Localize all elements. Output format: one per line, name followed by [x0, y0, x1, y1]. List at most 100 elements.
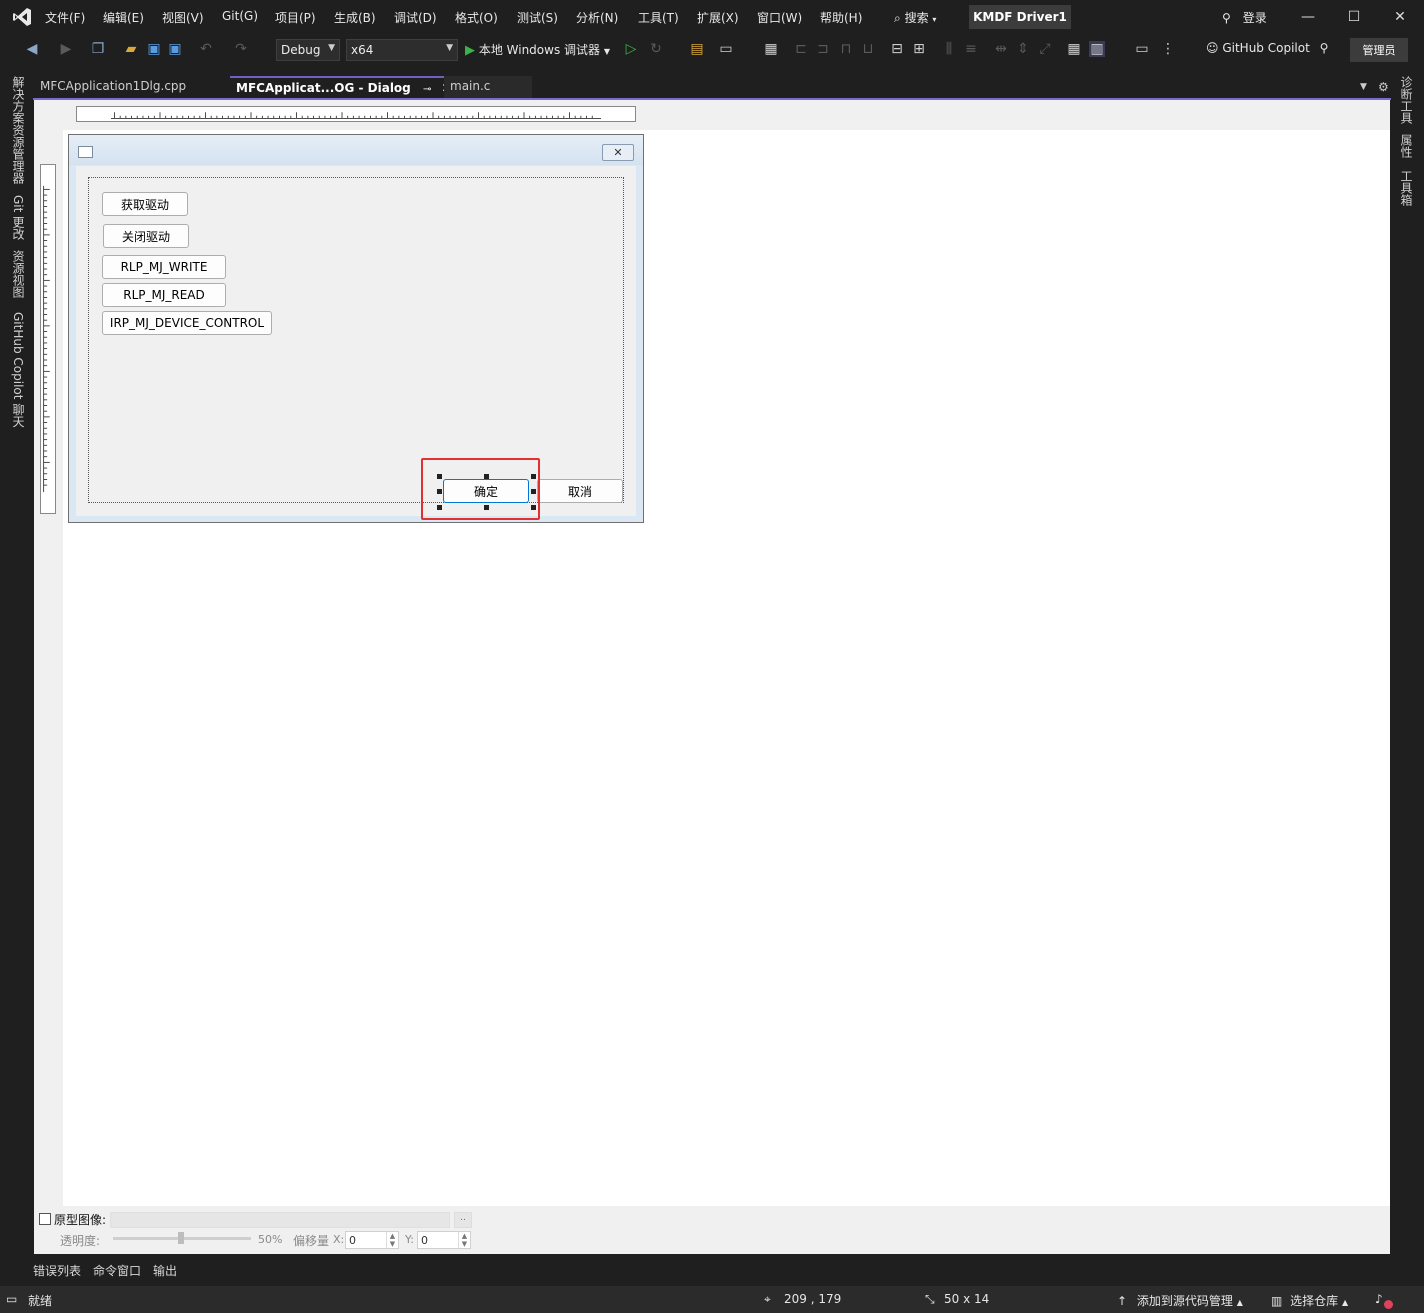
solution-explorer-tab[interactable]: 解决方案资源管理器 — [10, 76, 27, 184]
back-icon[interactable]: ◀ — [24, 41, 40, 57]
save-all-icon[interactable]: ▣ — [167, 41, 183, 57]
opacity-slider-thumb[interactable] — [178, 1232, 184, 1244]
menu-file[interactable]: 文件(F) — [45, 9, 85, 26]
redo-icon[interactable]: ↷ — [233, 41, 249, 57]
left-tool-rail — [0, 66, 33, 1286]
copilot-chat-tab[interactable]: GitHub Copilot 聊天 — [10, 312, 27, 427]
menu-edit[interactable]: 编辑(E) — [103, 9, 144, 26]
chevron-up-icon: ▲ — [1236, 1298, 1243, 1307]
start-debugging-button[interactable]: ▶ 本地 Windows 调试器 ▼ — [465, 41, 610, 58]
close-window-button[interactable]: ✕ — [1377, 6, 1423, 28]
menu-analyze[interactable]: 分析(N) — [576, 9, 618, 26]
tab-mfcapplication1dlg-cpp[interactable]: MFCApplication1Dlg.cpp — [34, 76, 230, 98]
menu-extensions[interactable]: 扩展(X) — [697, 9, 739, 26]
configuration-select[interactable]: Debug ▼ — [276, 39, 340, 61]
hot-reload-icon[interactable]: ↻ — [648, 41, 664, 57]
select-repository-button[interactable]: ▥ 选择仓库 ▲ — [1271, 1292, 1348, 1309]
pin-icon[interactable]: ⊸ — [423, 84, 431, 95]
login-button[interactable]: ⚲ 登录 — [1222, 9, 1267, 26]
forward-icon[interactable]: ▶ — [58, 41, 74, 57]
test-dialog-preview-icon[interactable]: ▭ — [1134, 41, 1150, 57]
add-to-source-control-button[interactable]: ↑ 添加到源代码管理 ▲ — [1117, 1292, 1243, 1309]
menu-window[interactable]: 窗口(W) — [757, 9, 802, 26]
test-dialog-icon[interactable]: ▦ — [763, 41, 779, 57]
browse-button[interactable]: .. — [454, 1212, 472, 1228]
menu-format[interactable]: 格式(O) — [455, 9, 498, 26]
bottom-tool-tabs — [0, 1254, 1424, 1286]
align-bottom-icon[interactable]: ⊔ — [860, 41, 876, 57]
irp-mj-device-control-button[interactable]: IRP_MJ_DEVICE_CONTROL — [102, 311, 272, 335]
tab-list-dropdown-icon[interactable]: ▼ — [1360, 82, 1367, 92]
diagnostic-tools-tab[interactable]: 诊断工具 — [1398, 76, 1415, 124]
error-list-tab[interactable]: 错误列表 — [33, 1262, 81, 1279]
chevron-down-icon: ▾ — [932, 15, 937, 24]
properties-tab[interactable]: 属性 — [1398, 134, 1415, 158]
find-in-files-icon[interactable]: ▤ — [689, 41, 705, 57]
irp-mj-write-button[interactable]: RLP_MJ_WRITE — [102, 255, 226, 279]
menu-git[interactable]: Git(G) — [222, 9, 258, 23]
status-ready: 就绪 — [28, 1294, 53, 1308]
tab-label: MFCApplication1Dlg.cpp — [40, 79, 187, 93]
toggle-grid-icon[interactable]: ▦ — [1066, 41, 1082, 57]
menu-project[interactable]: 项目(P) — [275, 9, 316, 26]
make-same-size-icon[interactable]: ⤢ — [1037, 41, 1053, 57]
close-driver-button[interactable]: 关闭驱动 — [103, 224, 189, 248]
offset-x-stepper[interactable]: 0 ▲ ▼ — [345, 1231, 399, 1249]
command-window-tab[interactable]: 命令窗口 — [93, 1262, 141, 1279]
git-changes-tab[interactable]: Git 更改 — [10, 195, 27, 240]
chevron-down-icon: ▼ — [446, 43, 453, 53]
new-project-icon[interactable]: ❐ — [90, 41, 106, 57]
tab-label: MFCApplicat...OG - Dialog — [236, 81, 411, 95]
menu-view[interactable]: 视图(V) — [162, 9, 204, 26]
align-left-icon[interactable]: ⊏ — [793, 41, 809, 57]
open-folder-icon[interactable]: ▰ — [123, 41, 139, 57]
horizontal-ruler[interactable] — [76, 106, 636, 122]
github-copilot-button[interactable]: ☺ GitHub Copilot ⚲ — [1206, 41, 1328, 55]
layout-icon[interactable]: ▭ — [718, 41, 734, 57]
prototype-image-path-field[interactable] — [110, 1212, 450, 1228]
tab-dialog[interactable]: MFCApplicat...OG - Dialog ⊸ ✕ — [230, 76, 452, 98]
menu-debug[interactable]: 调试(D) — [394, 9, 437, 26]
menu-tools[interactable]: 工具(T) — [638, 9, 679, 26]
output-tab[interactable]: 输出 — [153, 1262, 177, 1279]
maximize-button[interactable]: ☐ — [1331, 6, 1377, 28]
prototype-image-checkbox[interactable] — [39, 1213, 51, 1225]
cursor-position-icon: ⌖ — [764, 1292, 771, 1306]
save-icon[interactable]: ▣ — [146, 41, 162, 57]
selection-highlight-box — [421, 458, 540, 520]
menu-help[interactable]: 帮助(H) — [820, 9, 862, 26]
irp-mj-read-button[interactable]: RLP_MJ_READ — [102, 283, 226, 307]
toolbar-overflow-icon[interactable]: ⋮ — [1160, 41, 1176, 57]
toggle-guides-icon[interactable]: ▥ — [1089, 41, 1105, 57]
offset-y-stepper[interactable]: 0 ▲ ▼ — [417, 1231, 471, 1249]
center-horizontal-icon[interactable]: ⊞ — [911, 41, 927, 57]
menu-test[interactable]: 测试(S) — [517, 9, 558, 26]
menu-build[interactable]: 生成(B) — [334, 9, 376, 26]
tab-label: main.c — [450, 79, 491, 93]
notifications-bell-icon[interactable]: ♪ — [1375, 1292, 1383, 1306]
platform-select[interactable]: x64 ▼ — [346, 39, 458, 61]
space-across-icon[interactable]: ⫼ — [941, 41, 957, 57]
align-right-icon[interactable]: ⊐ — [815, 41, 831, 57]
make-same-height-icon[interactable]: ⇕ — [1015, 41, 1031, 57]
cancel-button[interactable]: 取消 — [537, 479, 623, 503]
search-icon: ⌕ — [894, 11, 901, 25]
toolbox-tab[interactable]: 工具箱 — [1398, 170, 1415, 206]
gear-icon[interactable]: ⚙ — [1378, 80, 1389, 94]
undo-icon[interactable]: ↶ — [198, 41, 214, 57]
center-vertical-icon[interactable]: ⊟ — [889, 41, 905, 57]
start-without-debugging-icon[interactable]: ▷ — [623, 41, 639, 57]
minimize-button[interactable]: — — [1285, 6, 1331, 28]
tab-main-c[interactable]: main.c — [444, 76, 532, 98]
spinner-arrows-icon[interactable]: ▲ ▼ — [458, 1232, 470, 1248]
spinner-arrows-icon[interactable]: ▲ ▼ — [386, 1232, 398, 1248]
vertical-ruler[interactable] — [40, 164, 56, 514]
get-driver-button[interactable]: 获取驱动 — [102, 192, 188, 216]
resource-view-tab[interactable]: 资源视图 — [10, 250, 27, 298]
search-button[interactable]: ⌕ 搜索 ▾ — [894, 9, 936, 26]
align-top-icon[interactable]: ⊓ — [838, 41, 854, 57]
account-icon: ⚲ — [1222, 11, 1231, 25]
make-same-width-icon[interactable]: ⇹ — [993, 41, 1009, 57]
space-down-icon[interactable]: ≡ — [963, 41, 979, 57]
dialog-close-icon: ✕ — [602, 144, 634, 161]
